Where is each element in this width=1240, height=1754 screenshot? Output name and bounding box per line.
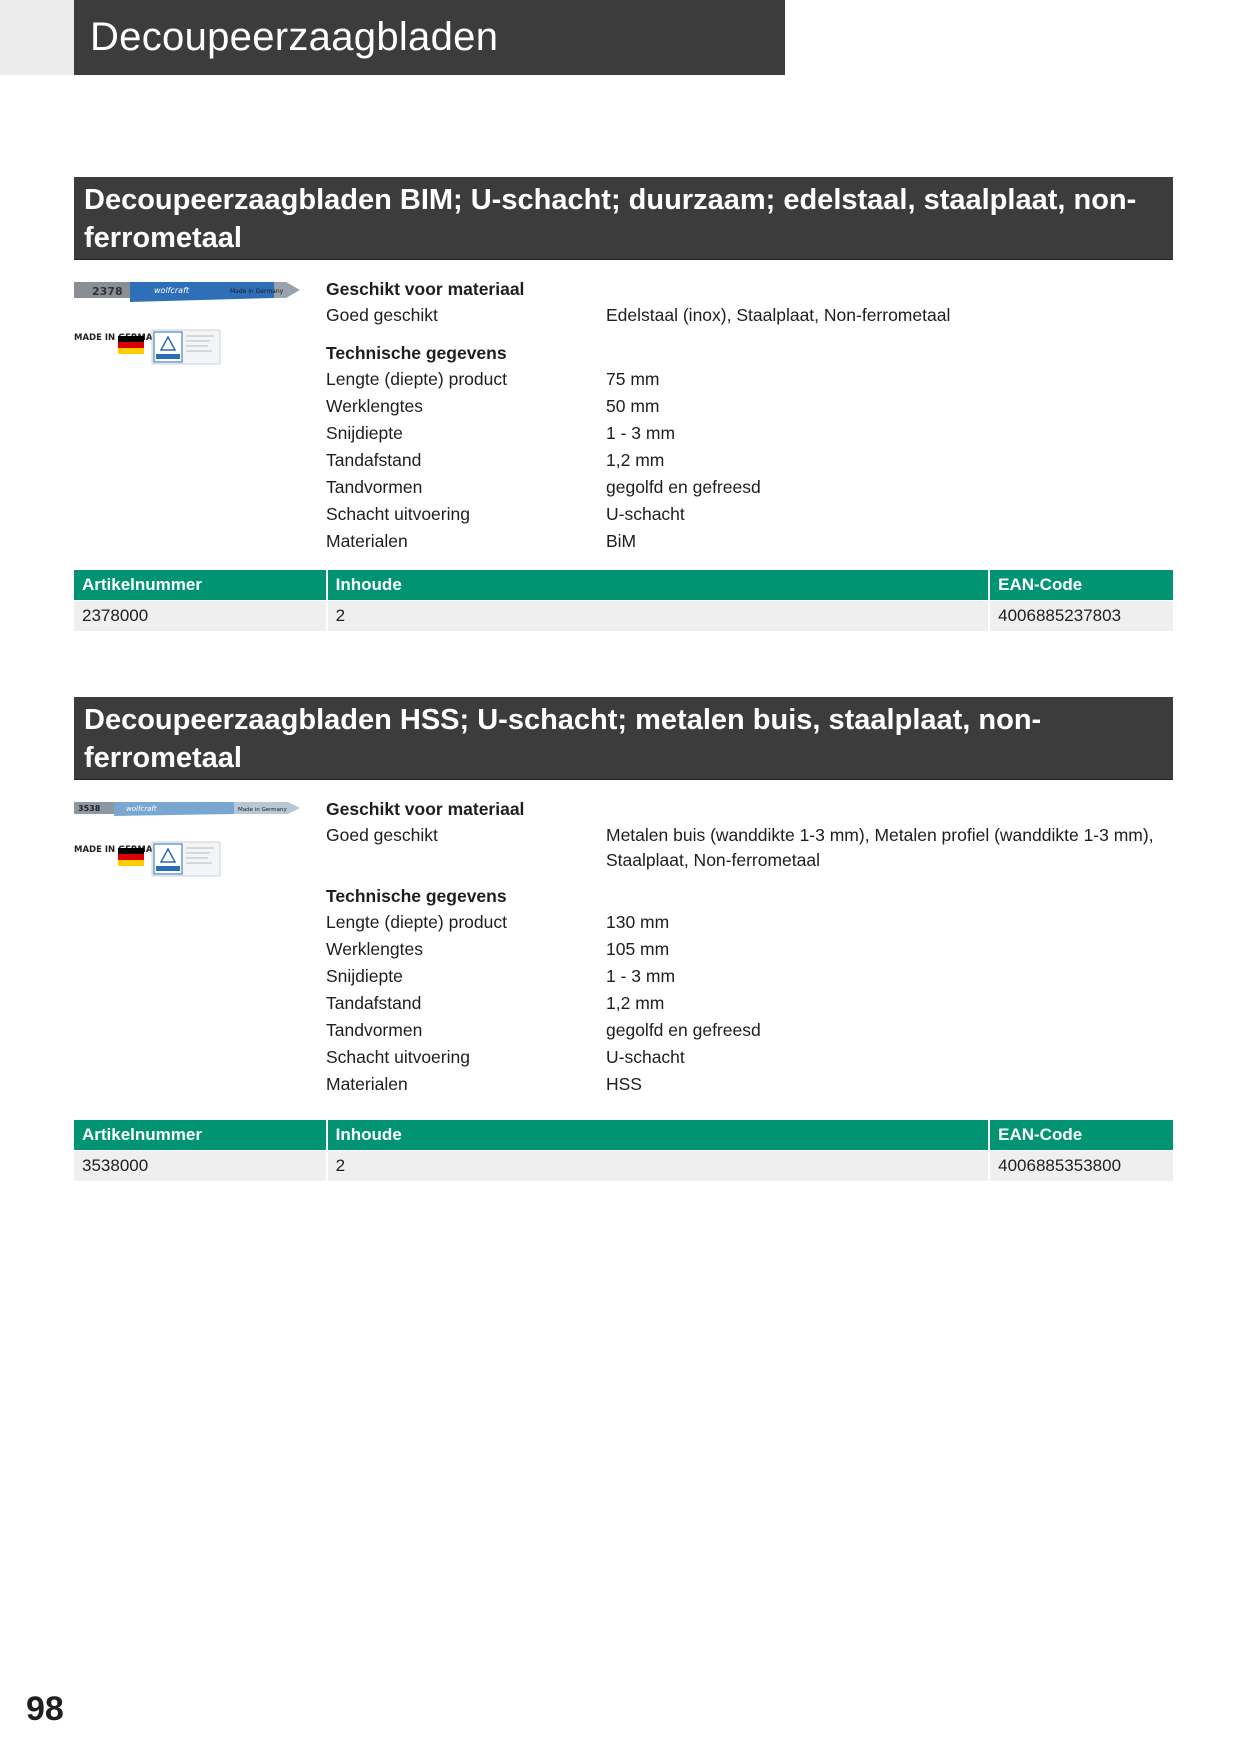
spec-row: Schacht uitvoering U-schacht <box>326 1045 1166 1072</box>
table-row: 3538000 2 4006885353800 <box>74 1150 1173 1181</box>
spec-row: Snijdiepte 1 - 3 mm <box>326 421 1166 448</box>
content-cell: 2 <box>327 1150 991 1181</box>
article-number-cell: 3538000 <box>74 1150 328 1181</box>
spec-value: 1,2 mm <box>606 993 665 1013</box>
product-section: Decoupeerzaagbladen BIM; U-schacht; duur… <box>74 177 1173 637</box>
spec-row: Werklengtes 105 mm <box>326 937 1166 964</box>
spec-row: Schacht uitvoering U-schacht <box>326 502 1166 529</box>
spec-row: Werklengtes 50 mm <box>326 394 1166 421</box>
material-value-line: Staalplaat, Non-ferrometaal <box>606 850 820 870</box>
spec-label: Lengte (diepte) product <box>326 912 507 932</box>
spec-row: Tandafstand 1,2 mm <box>326 448 1166 475</box>
spec-label: Tandafstand <box>326 993 422 1013</box>
specs-block: Geschikt voor materiaal Goed geschikt Me… <box>326 796 1166 1099</box>
spec-row: Lengte (diepte) product 75 mm <box>326 367 1166 394</box>
table-header-row: Artikelnummer Inhoude EAN-Code <box>74 1120 1173 1150</box>
blade-code: 2378 <box>92 285 123 298</box>
column-header: EAN-Code <box>990 1120 1173 1150</box>
article-table: Artikelnummer Inhoude EAN-Code 3538000 2… <box>74 1120 1173 1181</box>
tech-heading: Technische gegevens <box>326 343 507 363</box>
spec-value: gegolfd en gefreesd <box>606 477 761 497</box>
spec-row: Tandafstand 1,2 mm <box>326 991 1166 1018</box>
spec-row: Tandvormen gegolfd en gefreesd <box>326 1018 1166 1045</box>
spec-value: U-schacht <box>606 504 685 524</box>
blade-code: 3538 <box>78 804 101 813</box>
spec-label: Tandafstand <box>326 450 422 470</box>
ean-code-cell: 4006885237803 <box>990 600 1173 631</box>
column-header: Inhoude <box>327 1120 991 1150</box>
spec-label: Schacht uitvoering <box>326 1047 470 1067</box>
material-heading: Geschikt voor materiaal <box>326 279 525 299</box>
column-header: EAN-Code <box>990 570 1173 600</box>
spec-value: HSS <box>606 1074 642 1094</box>
saw-blade-image: 3538 wolfcraft Made in Germany <box>74 802 300 816</box>
material-value-line: Metalen buis (wanddikte 1-3 mm), Metalen… <box>606 825 1154 845</box>
spec-value: BiM <box>606 531 637 551</box>
spec-row: Goed geschikt Metalen buis (wanddikte 1-… <box>326 823 1166 873</box>
material-value: Edelstaal (inox), Staalplaat, Non-ferrom… <box>606 305 951 325</box>
blade-brand: wolfcraft <box>126 805 157 813</box>
spec-row: Snijdiepte 1 - 3 mm <box>326 964 1166 991</box>
spec-label: Tandvormen <box>326 477 423 497</box>
material-label: Goed geschikt <box>326 305 438 325</box>
material-value: Metalen buis (wanddikte 1-3 mm), Metalen… <box>606 823 1166 873</box>
spec-row: Tandvormen gegolfd en gefreesd <box>326 475 1166 502</box>
spec-value: 1 - 3 mm <box>606 423 676 443</box>
spec-value: 50 mm <box>606 396 660 416</box>
spec-value: gegolfd en gefreesd <box>606 1020 761 1040</box>
spec-label: Materialen <box>326 531 408 551</box>
blade-note: Made in Germany <box>230 288 284 295</box>
table-header-row: Artikelnummer Inhoude EAN-Code <box>74 570 1173 600</box>
spec-row: Materialen HSS <box>326 1072 1166 1099</box>
spec-row: Goed geschikt Edelstaal (inox), Staalpla… <box>326 303 1166 330</box>
column-header: Artikelnummer <box>74 570 328 600</box>
quality-badges: MADE IN GERMANY <box>74 841 221 877</box>
blade-note: Made in Germany <box>238 807 288 813</box>
product-title: Decoupeerzaagbladen BIM; U-schacht; duur… <box>74 177 1173 260</box>
spec-label: Werklengtes <box>326 396 423 416</box>
page-header-title: Decoupeerzaagbladen <box>74 0 785 75</box>
quality-badges: MADE IN GERMANY <box>74 329 221 365</box>
product-title: Decoupeerzaagbladen HSS; U-schacht; meta… <box>74 697 1173 780</box>
spec-label: Lengte (diepte) product <box>326 369 507 389</box>
article-number-cell: 2378000 <box>74 600 328 631</box>
spec-row: Materialen BiM <box>326 529 1166 556</box>
table-row: 2378000 2 4006885237803 <box>74 600 1173 631</box>
saw-blade-image: 2378 wolfcraft Made in Germany <box>74 282 300 302</box>
specs-block: Geschikt voor materiaal Goed geschikt Ed… <box>326 276 1166 556</box>
spec-label: Snijdiepte <box>326 423 403 443</box>
tech-heading: Technische gegevens <box>326 886 507 906</box>
content-cell: 2 <box>327 600 991 631</box>
spec-value: 75 mm <box>606 369 660 389</box>
spec-label: Snijdiepte <box>326 966 403 986</box>
spec-label: Schacht uitvoering <box>326 504 470 524</box>
blade-brand: wolfcraft <box>154 286 190 295</box>
article-table: Artikelnummer Inhoude EAN-Code 2378000 2… <box>74 570 1173 631</box>
product-section: Decoupeerzaagbladen HSS; U-schacht; meta… <box>74 697 1173 1181</box>
column-header: Inhoude <box>327 570 991 600</box>
spec-label: Tandvormen <box>326 1020 423 1040</box>
spec-value: 1,2 mm <box>606 450 665 470</box>
spec-row: Lengte (diepte) product 130 mm <box>326 910 1166 937</box>
spec-label: Materialen <box>326 1074 408 1094</box>
spec-value: 130 mm <box>606 912 670 932</box>
spec-value: 1 - 3 mm <box>606 966 676 986</box>
ean-code-cell: 4006885353800 <box>990 1150 1173 1181</box>
column-header: Artikelnummer <box>74 1120 328 1150</box>
side-tab <box>0 0 74 75</box>
spec-value: U-schacht <box>606 1047 685 1067</box>
spec-label: Werklengtes <box>326 939 423 959</box>
page-number: 98 <box>26 1690 64 1728</box>
spec-value: 105 mm <box>606 939 670 959</box>
material-heading: Geschikt voor materiaal <box>326 799 525 819</box>
material-label: Goed geschikt <box>326 825 438 845</box>
